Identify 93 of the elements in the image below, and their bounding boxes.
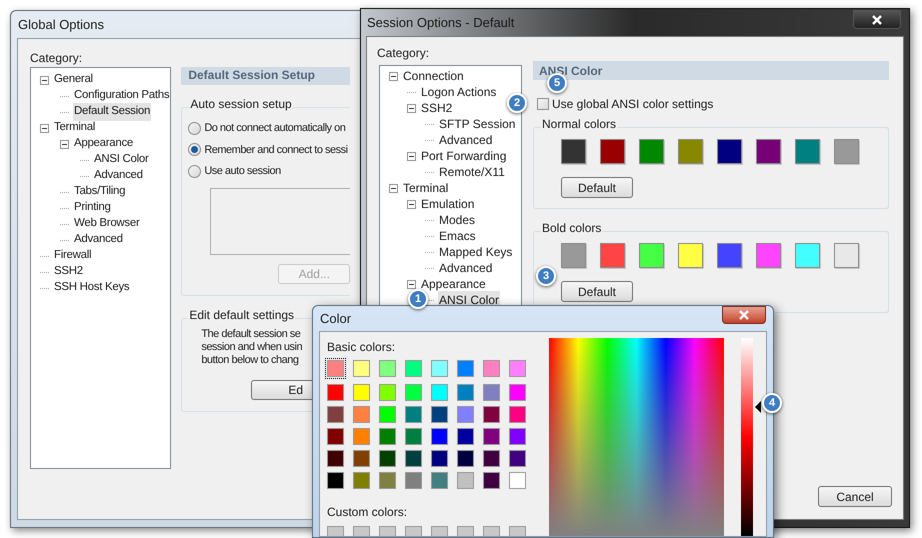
category-label: Category:	[377, 46, 430, 60]
color-swatch[interactable]	[600, 139, 625, 164]
color-swatch[interactable]	[678, 139, 703, 164]
color-swatch[interactable]	[405, 526, 422, 536]
tree-item[interactable]: Connection	[402, 67, 465, 85]
collapse-icon[interactable]	[407, 152, 416, 160]
tree-item[interactable]: Printing	[73, 199, 112, 217]
color-swatch[interactable]	[431, 526, 448, 536]
color-swatch[interactable]	[327, 526, 344, 536]
radio-label: Remember and connect to sessi	[204, 142, 348, 158]
close-button[interactable]	[722, 306, 766, 324]
tree-item[interactable]: SSH Host Keys	[53, 279, 130, 297]
collapse-icon[interactable]	[407, 280, 416, 288]
tree-item[interactable]: Tabs/Tiling	[73, 183, 126, 201]
color-swatch[interactable]	[756, 243, 781, 268]
group-label: Auto session setup	[189, 97, 293, 111]
radio-label: Use auto session	[204, 164, 281, 179]
window-title: Session Options - Default	[367, 14, 514, 32]
close-button[interactable]	[853, 10, 901, 29]
tree-item[interactable]: SFTP Session	[438, 115, 516, 133]
color-swatch[interactable]	[834, 139, 859, 164]
category-label: Category:	[30, 51, 82, 65]
tree-item[interactable]: Terminal	[53, 119, 96, 137]
collapse-icon[interactable]	[40, 76, 49, 84]
checkbox-label: Use global ANSI color settings	[552, 96, 714, 113]
group-label: Bold colors	[541, 221, 602, 235]
description-text: The default session se	[201, 328, 300, 340]
tree-item[interactable]: ANSI Color	[93, 151, 150, 169]
custom-colors-label: Custom colors:	[327, 504, 408, 521]
color-swatch[interactable]	[561, 139, 586, 164]
description-text: button below to chang	[201, 354, 298, 366]
color-swatch[interactable]	[639, 139, 664, 164]
session-list[interactable]	[210, 188, 350, 254]
default-button[interactable]: Default	[561, 177, 633, 198]
collapse-icon[interactable]	[389, 184, 398, 192]
collapse-icon[interactable]	[60, 140, 69, 148]
color-swatch[interactable]	[483, 526, 500, 536]
category-tree[interactable]: General Configuration Paths Default Session Terminal Appearance ANSI Color Advanced Tabs/Tiling Printing Web Browser Advanced Firewall SSH2 SSH Host Keys	[30, 67, 172, 469]
tree-item[interactable]: Web Browser	[73, 215, 141, 233]
tree-item[interactable]: Default Session	[73, 103, 152, 121]
color-swatch[interactable]	[639, 243, 664, 268]
tree-item[interactable]: Advanced	[438, 259, 494, 277]
color-swatch[interactable]	[600, 243, 625, 268]
panel-title: Default Session Setup	[188, 67, 316, 84]
color-swatch[interactable]	[325, 358, 346, 379]
collapse-icon[interactable]	[407, 104, 416, 112]
color-swatch[interactable]	[795, 243, 820, 268]
collapse-icon[interactable]	[389, 72, 398, 80]
window-title: Global Options	[18, 16, 104, 34]
tree-item[interactable]: Advanced	[73, 231, 124, 249]
tree-item[interactable]: Remote/X11	[438, 163, 506, 181]
radio-button[interactable]	[188, 143, 202, 156]
tree-item[interactable]: SSH2	[420, 99, 454, 117]
color-swatch[interactable]	[379, 526, 396, 536]
cancel-button[interactable]: Cancel	[818, 486, 892, 507]
radio-label: Do not connect automatically on	[204, 121, 346, 136]
default-button[interactable]: Default	[561, 281, 633, 302]
checkbox[interactable]	[537, 98, 549, 110]
tree-item[interactable]: Appearance	[73, 135, 134, 153]
color-swatch[interactable]	[509, 526, 526, 536]
tree-item[interactable]: General	[53, 71, 94, 89]
color-swatch[interactable]	[795, 139, 820, 164]
tree-item[interactable]: Terminal	[402, 179, 450, 197]
tree-item[interactable]: Port Forwarding	[420, 147, 508, 165]
tree-item[interactable]: Firewall	[53, 247, 92, 265]
color-swatch[interactable]	[756, 139, 781, 164]
close-icon	[872, 14, 882, 24]
collapse-icon[interactable]	[407, 200, 416, 208]
window-title: Color	[320, 310, 352, 328]
color-swatch[interactable]	[353, 526, 370, 536]
tree-item[interactable]: Modes	[438, 211, 476, 229]
color-swatch[interactable]	[561, 243, 586, 268]
tree-item[interactable]: Emulation	[420, 195, 476, 213]
color-spectrum[interactable]	[549, 338, 724, 536]
tree-item[interactable]: Logon Actions	[420, 83, 498, 101]
tree-item[interactable]: Configuration Paths	[73, 87, 170, 105]
tree-item[interactable]: SSH2	[53, 263, 84, 281]
close-icon	[739, 310, 749, 320]
tree-item[interactable]: Advanced	[438, 131, 494, 149]
color-swatch[interactable]	[717, 139, 742, 164]
tree-item[interactable]: Emacs	[438, 227, 477, 245]
color-swatch[interactable]	[834, 243, 859, 268]
radio-button[interactable]	[188, 122, 202, 135]
color-swatch[interactable]	[717, 243, 742, 268]
color-swatch[interactable]	[457, 526, 474, 536]
group-label: Normal colors	[541, 117, 618, 131]
description-text: session and when usin	[201, 340, 302, 354]
tree-item[interactable]: Advanced	[93, 167, 144, 185]
group-label: Edit default settings	[188, 308, 296, 322]
radio-button[interactable]	[188, 164, 202, 178]
color-swatch[interactable]	[678, 243, 703, 268]
collapse-icon[interactable]	[40, 124, 49, 132]
tree-item[interactable]: Mapped Keys	[438, 243, 514, 261]
